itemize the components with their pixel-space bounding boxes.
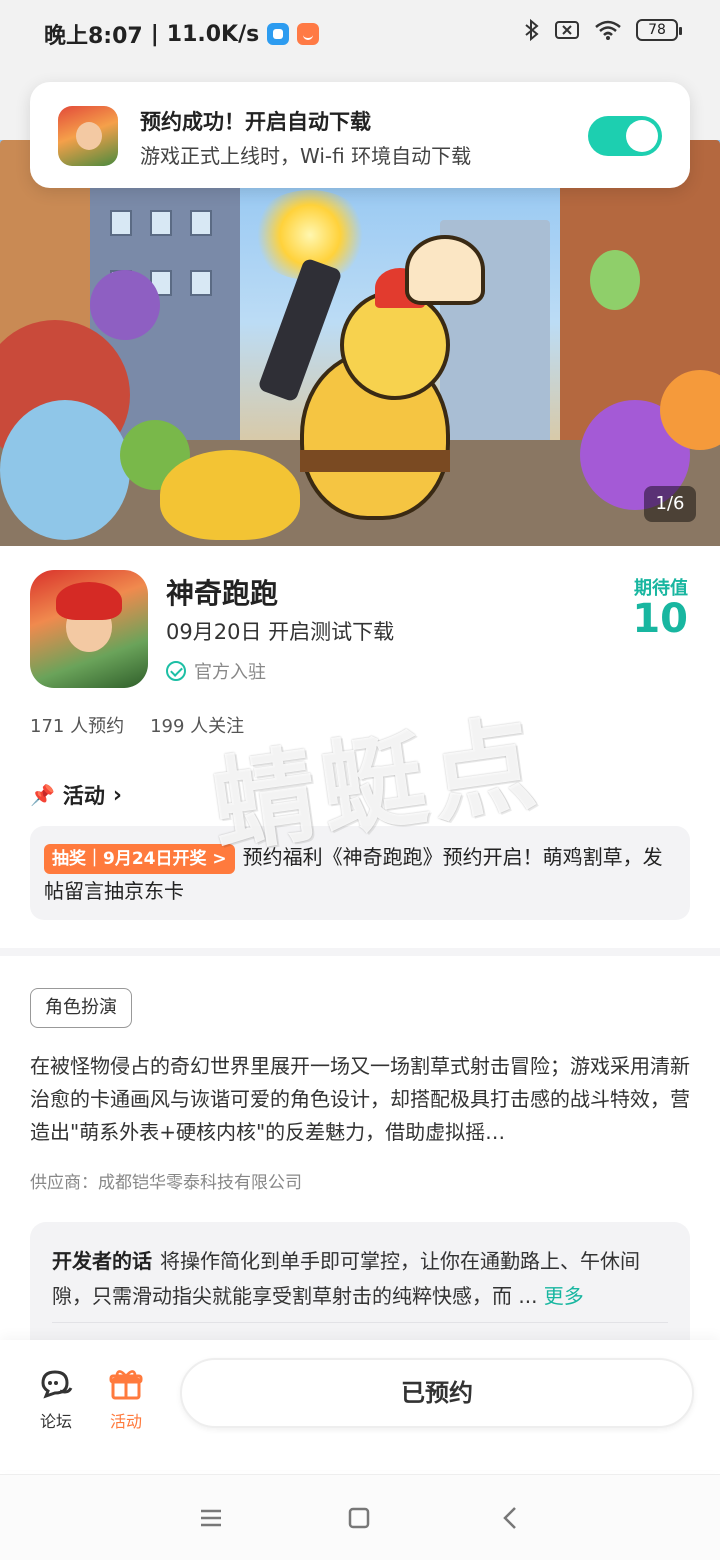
pin-icon: 📌 [30,783,55,807]
game-title: 神奇跑跑 [166,577,279,610]
status-right: 78 [524,18,682,42]
reservation-toast: 预约成功！开启自动下载 游戏正式上线时，Wi-fi 环境自动下载 [30,82,690,188]
official-badge: 官方入驻 [166,658,266,684]
lottery-tag: 抽奖｜9月24日开奖 > [44,843,235,874]
game-icon [30,570,148,688]
monster-blob [0,400,130,540]
status-speed: 11.0K/s [166,21,260,47]
verified-check-icon [166,661,186,681]
status-divider: | [150,21,159,47]
developer-note-label: 开发者的话 [52,1249,152,1273]
status-bar: 晚上8:07 | 11.0K/s 78 [0,0,720,66]
chevron-right-icon: › [112,782,122,808]
bluetooth-icon [525,18,539,42]
status-time: 晚上8:07 [44,24,143,49]
auto-download-toggle[interactable] [588,116,662,156]
chicken-belt [300,450,450,472]
banner-window [190,270,212,296]
card-divider [52,1322,668,1323]
home-icon[interactable] [344,1503,374,1533]
monster-blob [160,450,300,540]
monster-blob [90,270,160,340]
reserve-count: 171 人预约 [30,716,125,737]
activity-heading: 活动 [62,784,105,808]
game-description[interactable]: 在被怪物侵占的奇幻世界里展开一场又一场割草式射击冒险；游戏采用清新治愈的卡通画风… [30,1050,690,1149]
reserved-button[interactable]: 已预约 [180,1358,694,1428]
activity-label: 活动 [109,1412,142,1431]
toast-title: 预约成功！开启自动下载 [140,110,371,134]
banner-window [190,210,212,236]
menu-icon[interactable] [196,1503,226,1533]
follow-count: 199 人关注 [150,716,245,737]
activity-header-link[interactable]: 📌 活动 › [30,780,122,810]
system-navigation-bar [0,1474,720,1560]
gift-icon [109,1370,143,1400]
toast-game-icon [58,106,118,166]
monster-blob [590,250,640,310]
activity-card[interactable]: 抽奖｜9月24日开奖 > 预约福利《神奇跑跑》预约开启！萌鸡割草，发帖留言抽京东卡 [30,826,690,920]
genre-tag[interactable]: 角色扮演 [30,988,132,1028]
back-icon[interactable] [496,1503,526,1533]
wifi-icon [595,20,621,40]
forum-icon [41,1370,73,1399]
release-date: 09月20日 开启测试下载 [166,620,395,644]
bottom-action-bar: 论坛 活动 已预约 [0,1340,720,1470]
chicken-eggshell-hat [405,235,485,305]
game-banner-carousel[interactable]: 1/6 [0,140,720,546]
game-stats: 171 人预约 199 人关注 [30,712,244,738]
official-label: 官方入驻 [194,662,266,683]
supplier-info: 供应商：成都铠华零泰科技有限公司 [30,1173,302,1193]
toast-subtitle: 游戏正式上线时，Wi-fi 环境自动下载 [140,144,472,168]
forum-label: 论坛 [39,1412,72,1431]
status-left: 晚上8:07 | 11.0K/s [44,18,320,50]
no-sim-icon [555,21,579,39]
more-link[interactable]: 更多 [544,1284,584,1308]
battery-icon: 78 [636,19,682,41]
banner-window [150,210,172,236]
activity-tab[interactable]: 活动 [96,1366,156,1432]
notification-app-icon [267,23,290,45]
banner-window [110,210,132,236]
expectation-value: 10 [632,596,688,642]
banner-counter: 1/6 [644,486,696,522]
forum-tab[interactable]: 论坛 [26,1366,86,1432]
notification-shop-icon [297,23,320,45]
section-divider [0,948,720,956]
